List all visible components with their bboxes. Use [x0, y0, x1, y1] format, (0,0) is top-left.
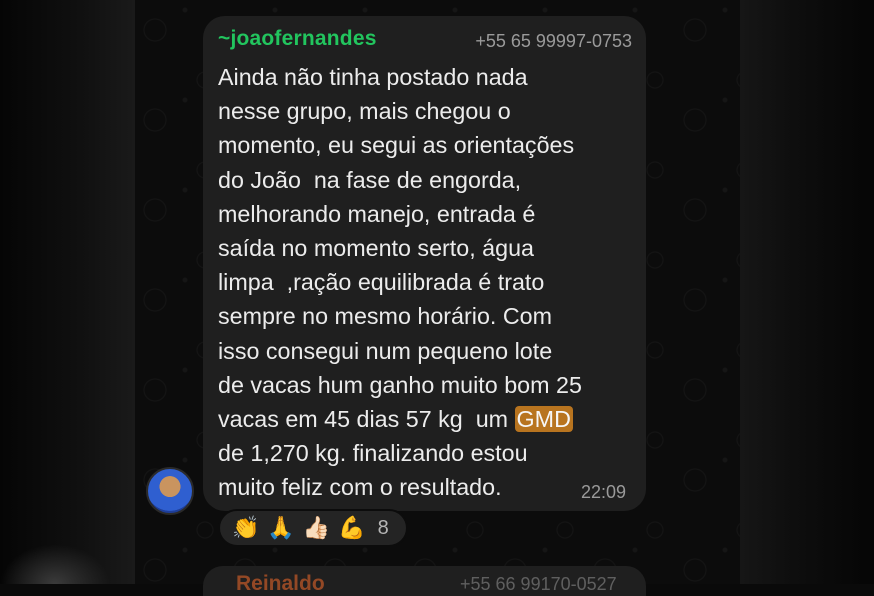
message-line: de 1,270 kg. finalizando estou: [218, 440, 528, 467]
message-line: nesse grupo, mais chegou o: [218, 98, 511, 125]
ambient-glow: [0, 544, 110, 584]
message-line: momento, eu segui as orientações: [218, 132, 575, 159]
next-message-sender-phone: +55 66 99170-0527: [460, 574, 617, 594]
message-line: limpa ,ração equilibrada é trato: [218, 269, 545, 296]
left-blur-margin: [0, 0, 135, 584]
message-line: vacas em 45 dias 57 kg um: [218, 406, 515, 433]
message-line: melhorando manejo, entrada é: [218, 200, 536, 227]
highlighted-term[interactable]: GMD: [514, 406, 573, 433]
message-line: Ainda não tinha postado nada: [218, 64, 528, 90]
message-sender-name[interactable]: ~joaofernandes: [218, 27, 377, 51]
message-line: de vacas hum ganho muito bom 25: [218, 371, 582, 398]
thumbs-up-emoji-icon: 👍🏻: [302, 515, 331, 540]
message-sender-phone: +55 65 99997-0753: [475, 31, 632, 51]
pray-emoji-icon: 🙏: [267, 515, 295, 540]
message-line-with-highlight: vacas em 45 dias 57 kg um GMD: [218, 402, 638, 436]
message-line: do João na fase de engorda,: [218, 166, 522, 193]
message-timestamp: 22:09: [581, 482, 627, 502]
message-line: sempre no mesmo horário. Com: [218, 303, 553, 330]
clap-emoji-icon: 👏: [232, 515, 260, 540]
reaction-count: 8: [377, 516, 389, 539]
sender-avatar[interactable]: [146, 467, 194, 515]
flexed-biceps-emoji-icon: 💪: [338, 515, 366, 540]
next-message-sender-name[interactable]: Reinaldo: [236, 572, 325, 596]
message-line: isso consegui num pequeno lote: [218, 337, 553, 364]
message-line: muito feliz com o resultado.: [218, 474, 502, 501]
reactions-bar[interactable]: 👏 🙏 👍🏻 💪 8: [218, 509, 408, 547]
right-blur-margin: [740, 0, 874, 584]
message-text: Ainda não tinha postado nada nesse grupo…: [218, 60, 638, 505]
message-line: saída no momento serto, água: [218, 235, 534, 262]
